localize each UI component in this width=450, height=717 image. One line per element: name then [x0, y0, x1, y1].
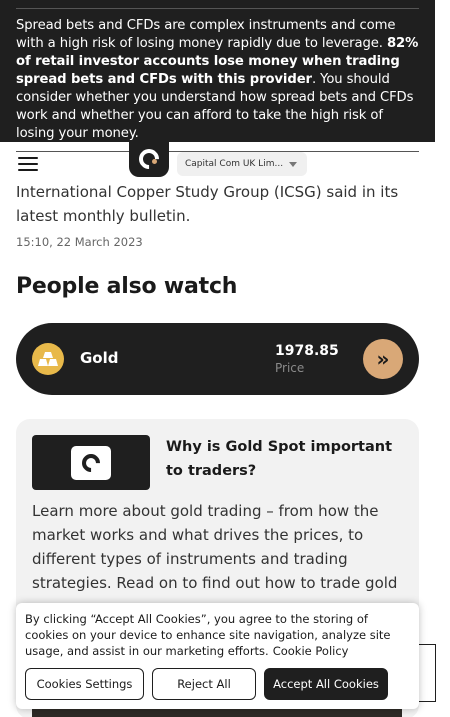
capital-com-logo	[71, 445, 111, 480]
site-header: Capital Com UK Lim...	[0, 140, 435, 180]
double-chevron-right-icon[interactable]: »	[363, 339, 403, 379]
entity-selector[interactable]: Capital Com UK Lim...	[177, 152, 308, 176]
instrument-name: Gold	[80, 349, 119, 367]
cookie-consent-text: By clicking “Accept All Cookies”, you ag…	[25, 611, 410, 659]
cookie-consent-banner: By clicking “Accept All Cookies”, you ag…	[16, 603, 419, 709]
article-card-description: Learn more about gold trading – from how…	[32, 502, 398, 592]
cookie-button-row: Cookies Settings Reject All Accept All C…	[25, 668, 388, 700]
capital-com-logo[interactable]	[129, 140, 169, 177]
risk-warning-text: Spread bets and CFDs are complex instrum…	[16, 9, 419, 151]
risk-text-part: Spread bets and CFDs are complex instrum…	[16, 18, 396, 51]
article-thumbnail	[32, 435, 150, 490]
hamburger-menu-icon[interactable]	[18, 157, 38, 171]
risk-warning-banner: Spread bets and CFDs are complex instrum…	[0, 0, 435, 152]
cookie-policy-link[interactable]: Cookie Policy	[273, 644, 349, 658]
instrument-price: 1978.85	[275, 343, 339, 359]
instrument-card-gold[interactable]: Gold 1978.85 Price »	[16, 323, 419, 395]
article-card-title[interactable]: Why is Gold Spot important to traders?	[166, 435, 406, 483]
instrument-price-label: Price	[275, 361, 305, 375]
side-widget-tab[interactable]	[419, 644, 436, 702]
logo-c-mark	[134, 144, 164, 173]
accept-all-cookies-button[interactable]: Accept All Cookies	[264, 668, 388, 700]
entity-selector-label: Capital Com UK Lim...	[185, 159, 284, 169]
chevron-down-icon	[289, 161, 298, 167]
gold-bars-icon	[32, 343, 64, 375]
article-paragraph: International Copper Study Group (ICSG) …	[16, 183, 399, 225]
article-date: 15:10, 22 March 2023	[16, 235, 143, 249]
reject-all-button[interactable]: Reject All	[152, 668, 256, 700]
people-also-watch-title: People also watch	[16, 274, 238, 299]
cookies-settings-button[interactable]: Cookies Settings	[25, 668, 144, 700]
logo-dot	[152, 159, 157, 164]
